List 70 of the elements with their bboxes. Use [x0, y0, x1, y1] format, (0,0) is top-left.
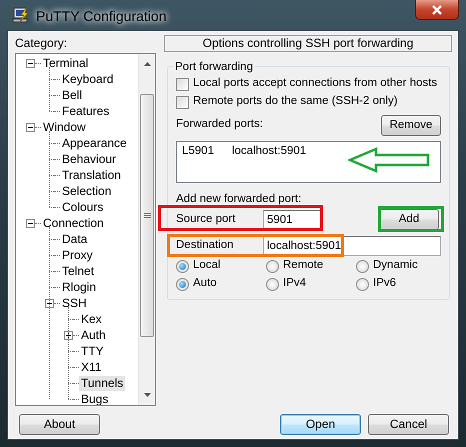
close-button[interactable] — [415, 0, 459, 20]
expand-icon[interactable] — [64, 330, 73, 340]
radio-button[interactable] — [356, 278, 369, 290]
group-title: Port forwarding — [173, 59, 255, 75]
tree-item[interactable]: Window — [41, 120, 88, 134]
annotation-frame — [378, 206, 444, 232]
radio-button[interactable] — [266, 278, 279, 290]
tree-item[interactable]: Auth — [79, 328, 108, 342]
source-port-label: Source port — [176, 212, 236, 227]
scroll-down-icon[interactable] — [144, 393, 150, 397]
collapse-icon[interactable] — [26, 58, 35, 68]
scrollbar-thumb[interactable] — [140, 94, 154, 337]
radio-label: Dynamic — [373, 258, 418, 274]
checkbox-label: Local ports accept connections from other hosts — [193, 76, 438, 92]
tree-item[interactable]: Features — [60, 104, 112, 118]
source-port-field[interactable]: 5901 — [263, 210, 321, 230]
checkbox-label: Remote ports do the same (SSH-2 only) — [193, 94, 398, 110]
radio-button[interactable] — [176, 278, 189, 290]
destination-label: Destination — [176, 238, 235, 253]
tree-item[interactable]: Selection — [60, 184, 114, 198]
tree-item[interactable]: Data — [60, 232, 90, 246]
remove-button[interactable]: Remove — [381, 114, 441, 136]
radio-label: Remote — [283, 258, 324, 274]
tree-item[interactable]: Colours — [60, 200, 106, 214]
collapse-icon[interactable] — [26, 218, 35, 228]
forwarded-ports-list[interactable]: L5901 localhost:5901 — [176, 141, 441, 183]
add-new-label: Add new forwarded port: — [176, 192, 302, 207]
checkbox[interactable] — [176, 96, 189, 108]
collapse-icon[interactable] — [26, 122, 35, 132]
tree-item[interactable]: Kex — [79, 312, 104, 326]
tree-item[interactable]: Translation — [60, 168, 123, 182]
tree-item[interactable]: Proxy — [60, 248, 95, 262]
destination-field[interactable]: localhost:5901 — [263, 236, 441, 256]
open-button[interactable]: Open — [280, 414, 361, 435]
panel-header: Options controlling SSH port forwarding — [164, 35, 452, 52]
tree-item[interactable]: SSH — [60, 296, 89, 310]
radio-label: IPv6 — [373, 276, 396, 292]
port-destination: localhost:5901 — [232, 144, 306, 158]
radio-label: Auto — [193, 276, 217, 292]
tree-item[interactable]: Appearance — [60, 136, 129, 150]
about-button[interactable]: About — [19, 414, 100, 435]
tree-item[interactable]: Tunnels — [79, 376, 126, 390]
radio-button[interactable] — [176, 260, 189, 272]
tree-item[interactable]: Telnet — [60, 264, 96, 278]
tree-item[interactable]: TTY — [79, 344, 106, 358]
tree-item[interactable]: Keyboard — [60, 72, 116, 86]
scroll-up-icon[interactable] — [144, 62, 150, 66]
computer-icon — [12, 6, 30, 24]
tree-item[interactable]: Bell — [60, 88, 84, 102]
tree-item[interactable]: Behaviour — [60, 152, 118, 166]
category-label: Category: — [15, 35, 68, 52]
close-icon — [431, 4, 443, 14]
radio-button[interactable] — [356, 260, 369, 272]
checkbox[interactable] — [176, 78, 189, 90]
collapse-icon[interactable] — [45, 298, 54, 308]
radio-label: Local — [193, 258, 220, 274]
forwarded-ports-label: Forwarded ports: — [176, 117, 263, 132]
grip-icon — [144, 213, 150, 218]
window-title: PuTTY Configuration — [36, 8, 166, 24]
tree-item[interactable]: Rlogin — [60, 280, 98, 294]
tree-item[interactable]: Terminal — [41, 56, 90, 70]
add-button[interactable]: Add — [379, 209, 439, 230]
radio-label: IPv4 — [283, 276, 306, 292]
tree-item[interactable]: X11 — [79, 360, 104, 374]
radio-button[interactable] — [266, 260, 279, 272]
tree-item[interactable]: Connection — [41, 216, 106, 230]
tree-item[interactable]: Bugs — [79, 392, 110, 405]
cancel-button[interactable]: Cancel — [368, 414, 449, 435]
port-source: L5901 — [182, 144, 214, 158]
scrollbar[interactable] — [138, 54, 155, 405]
